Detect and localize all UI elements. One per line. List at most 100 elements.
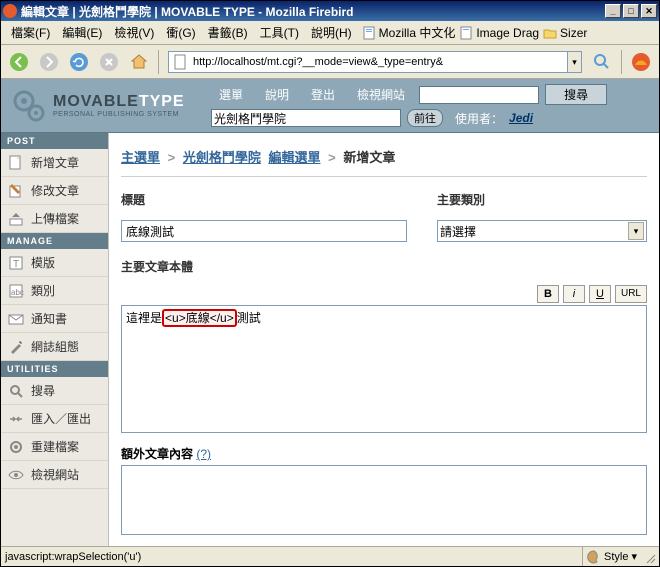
menu-edit[interactable]: 編輯(E) xyxy=(56,22,108,43)
body-highlight-tag: <u>底線</u> xyxy=(162,309,237,327)
italic-button[interactable]: i xyxy=(563,285,585,303)
bookmark-sizer[interactable]: Sizer xyxy=(543,26,587,40)
underline-button[interactable]: U xyxy=(589,285,611,303)
sidebar-item-notifications[interactable]: 通知書 xyxy=(1,305,108,333)
bookmark-label: Image Drag xyxy=(476,26,539,40)
resize-grip-icon[interactable] xyxy=(641,549,657,565)
categories-icon: abc xyxy=(7,282,25,300)
reload-button[interactable] xyxy=(65,48,93,76)
separator xyxy=(158,50,159,74)
svg-text:abc: abc xyxy=(11,288,24,297)
chevron-down-icon: ▾ xyxy=(628,222,644,240)
bc-main-menu[interactable]: 主選單 xyxy=(121,150,160,165)
sidebar-label: 匯入／匯出 xyxy=(31,410,91,427)
header-viewsite-link[interactable]: 檢視網站 xyxy=(349,84,413,105)
sidebar-item-rebuild[interactable]: 重建檔案 xyxy=(1,433,108,461)
bookmark-label: Mozilla 中文化 xyxy=(379,24,456,41)
user-link[interactable]: Jedi xyxy=(509,111,533,125)
category-label: 主要類別 xyxy=(437,191,647,208)
url-button[interactable]: URL xyxy=(615,285,647,303)
sidebar-item-view-site[interactable]: 檢視網站 xyxy=(1,461,108,489)
go-button[interactable] xyxy=(588,48,616,76)
title-input[interactable] xyxy=(121,220,407,242)
templates-icon: T xyxy=(7,254,25,272)
blog-go-button[interactable]: 前往 xyxy=(407,109,443,127)
blog-select[interactable]: 光劍格鬥學院 xyxy=(211,109,401,127)
page-icon xyxy=(172,54,188,70)
minimize-button[interactable]: _ xyxy=(605,4,621,18)
body-text-post: 測試 xyxy=(237,311,261,325)
palette-icon xyxy=(587,550,601,564)
home-button[interactable] xyxy=(125,48,153,76)
bookmark-mozilla[interactable]: Mozilla 中文化 xyxy=(362,24,456,41)
sidebar-item-edit-entry[interactable]: 修改文章 xyxy=(1,177,108,205)
throbber-icon xyxy=(627,48,655,76)
firebird-icon xyxy=(3,4,17,18)
search-icon xyxy=(7,382,25,400)
header-search-input[interactable] xyxy=(419,86,539,104)
logo-area: MOVABLETYPE PERSONAL PUBLISHING SYSTEM xyxy=(1,79,211,132)
bold-button[interactable]: B xyxy=(537,285,559,303)
new-entry-icon xyxy=(7,154,25,172)
svg-text:T: T xyxy=(13,259,19,270)
style-button[interactable]: Style▾ xyxy=(583,550,641,564)
sidebar-item-templates[interactable]: T 模版 xyxy=(1,249,108,277)
logo-subtitle: PERSONAL PUBLISHING SYSTEM xyxy=(53,111,185,118)
bc-current: 新增文章 xyxy=(343,150,395,165)
config-icon xyxy=(7,338,25,356)
sidebar-label: 上傳檔案 xyxy=(31,210,79,227)
category-select[interactable]: 請選擇 ▾ xyxy=(437,220,647,242)
menubar: 檔案(F) 編輯(E) 檢視(V) 衝(G) 書籤(B) 工具(T) 說明(H)… xyxy=(1,21,659,45)
bc-blog[interactable]: 光劍格鬥學院 xyxy=(183,150,261,165)
menu-bookmarks[interactable]: 書籤(B) xyxy=(202,22,254,43)
toolbar: ▾ xyxy=(1,45,659,79)
divider xyxy=(121,176,647,177)
style-label: Style xyxy=(604,551,628,563)
url-box: ▾ xyxy=(168,51,582,73)
stop-button[interactable] xyxy=(95,48,123,76)
back-button[interactable] xyxy=(5,48,33,76)
bc-edit-menu[interactable]: 編輯選單 xyxy=(269,150,321,165)
forward-button[interactable] xyxy=(35,48,63,76)
extra-textarea[interactable] xyxy=(121,465,647,535)
sidebar-label: 修改文章 xyxy=(31,182,79,199)
close-button[interactable]: ✕ xyxy=(641,4,657,18)
menu-help[interactable]: 說明(H) xyxy=(305,22,358,43)
sidebar-item-upload[interactable]: 上傳檔案 xyxy=(1,205,108,233)
upload-icon xyxy=(7,210,25,228)
sidebar-label: 模版 xyxy=(31,254,55,271)
sidebar-item-blog-config[interactable]: 網誌組態 xyxy=(1,333,108,361)
url-dropdown-button[interactable]: ▾ xyxy=(567,52,581,72)
user-prefix: 使用者： xyxy=(455,110,503,127)
separator xyxy=(621,50,622,74)
bookmark-imagedrag[interactable]: Image Drag xyxy=(459,26,539,40)
sidebar-label: 檢視網站 xyxy=(31,466,79,483)
rebuild-icon xyxy=(7,438,25,456)
header-search-button[interactable]: 搜尋 xyxy=(545,84,607,105)
header-logout-link[interactable]: 登出 xyxy=(303,84,343,105)
page-icon xyxy=(362,26,376,40)
sidebar-label: 新增文章 xyxy=(31,154,79,171)
header-menu-link[interactable]: 選單 xyxy=(211,84,251,105)
extra-help-link[interactable]: (?) xyxy=(196,447,211,461)
main: POST 新增文章 修改文章 上傳檔案 MANAGE T 模版 abc 類別 通… xyxy=(1,133,659,549)
content: 主選單 > 光劍格鬥學院 編輯選單 > 新增文章 標題 主要類別 請選擇 ▾ xyxy=(109,133,659,549)
menu-tools[interactable]: 工具(T) xyxy=(254,22,305,43)
menu-go[interactable]: 衝(G) xyxy=(160,22,201,43)
sidebar-item-categories[interactable]: abc 類別 xyxy=(1,277,108,305)
menu-file[interactable]: 檔案(F) xyxy=(5,22,56,43)
menu-view[interactable]: 檢視(V) xyxy=(108,22,160,43)
folder-icon xyxy=(543,26,557,40)
blog-select-value: 光劍格鬥學院 xyxy=(214,112,286,126)
sidebar-item-search[interactable]: 搜尋 xyxy=(1,377,108,405)
url-input[interactable] xyxy=(191,56,567,68)
body-label: 主要文章本體 xyxy=(121,258,647,275)
sidebar-item-import[interactable]: 匯入／匯出 xyxy=(1,405,108,433)
maximize-button[interactable]: □ xyxy=(623,4,639,18)
header-help-link[interactable]: 說明 xyxy=(257,84,297,105)
sidebar-label: 搜尋 xyxy=(31,382,55,399)
body-textarea[interactable]: 這裡是<u>底線</u>測試 xyxy=(121,305,647,433)
sidebar-item-new-entry[interactable]: 新增文章 xyxy=(1,149,108,177)
statusbar: javascript:wrapSelection('u') Style▾ xyxy=(1,546,659,566)
sidebar-label: 網誌組態 xyxy=(31,338,79,355)
